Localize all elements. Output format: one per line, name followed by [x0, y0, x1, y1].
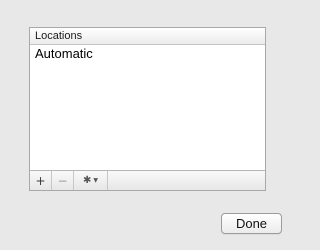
locations-sheet: Locations Automatic + − ✱ ▼ Done — [0, 0, 293, 250]
action-menu-button[interactable]: ✱ ▼ — [74, 171, 108, 190]
done-button[interactable]: Done — [221, 213, 282, 234]
locations-list: Locations Automatic + − ✱ ▼ — [29, 27, 266, 191]
list-item-automatic[interactable]: Automatic — [30, 45, 265, 63]
list-toolbar: + − ✱ ▼ — [30, 170, 265, 190]
gear-icon: ✱ — [82, 175, 92, 186]
remove-location-button[interactable]: − — [52, 171, 74, 190]
add-location-button[interactable]: + — [30, 171, 52, 190]
minus-icon: − — [57, 173, 68, 188]
chevron-down-icon: ▼ — [93, 177, 98, 184]
list-item-label: Automatic — [35, 46, 93, 61]
plus-icon: + — [35, 173, 46, 188]
locations-column-header[interactable]: Locations — [30, 28, 265, 45]
